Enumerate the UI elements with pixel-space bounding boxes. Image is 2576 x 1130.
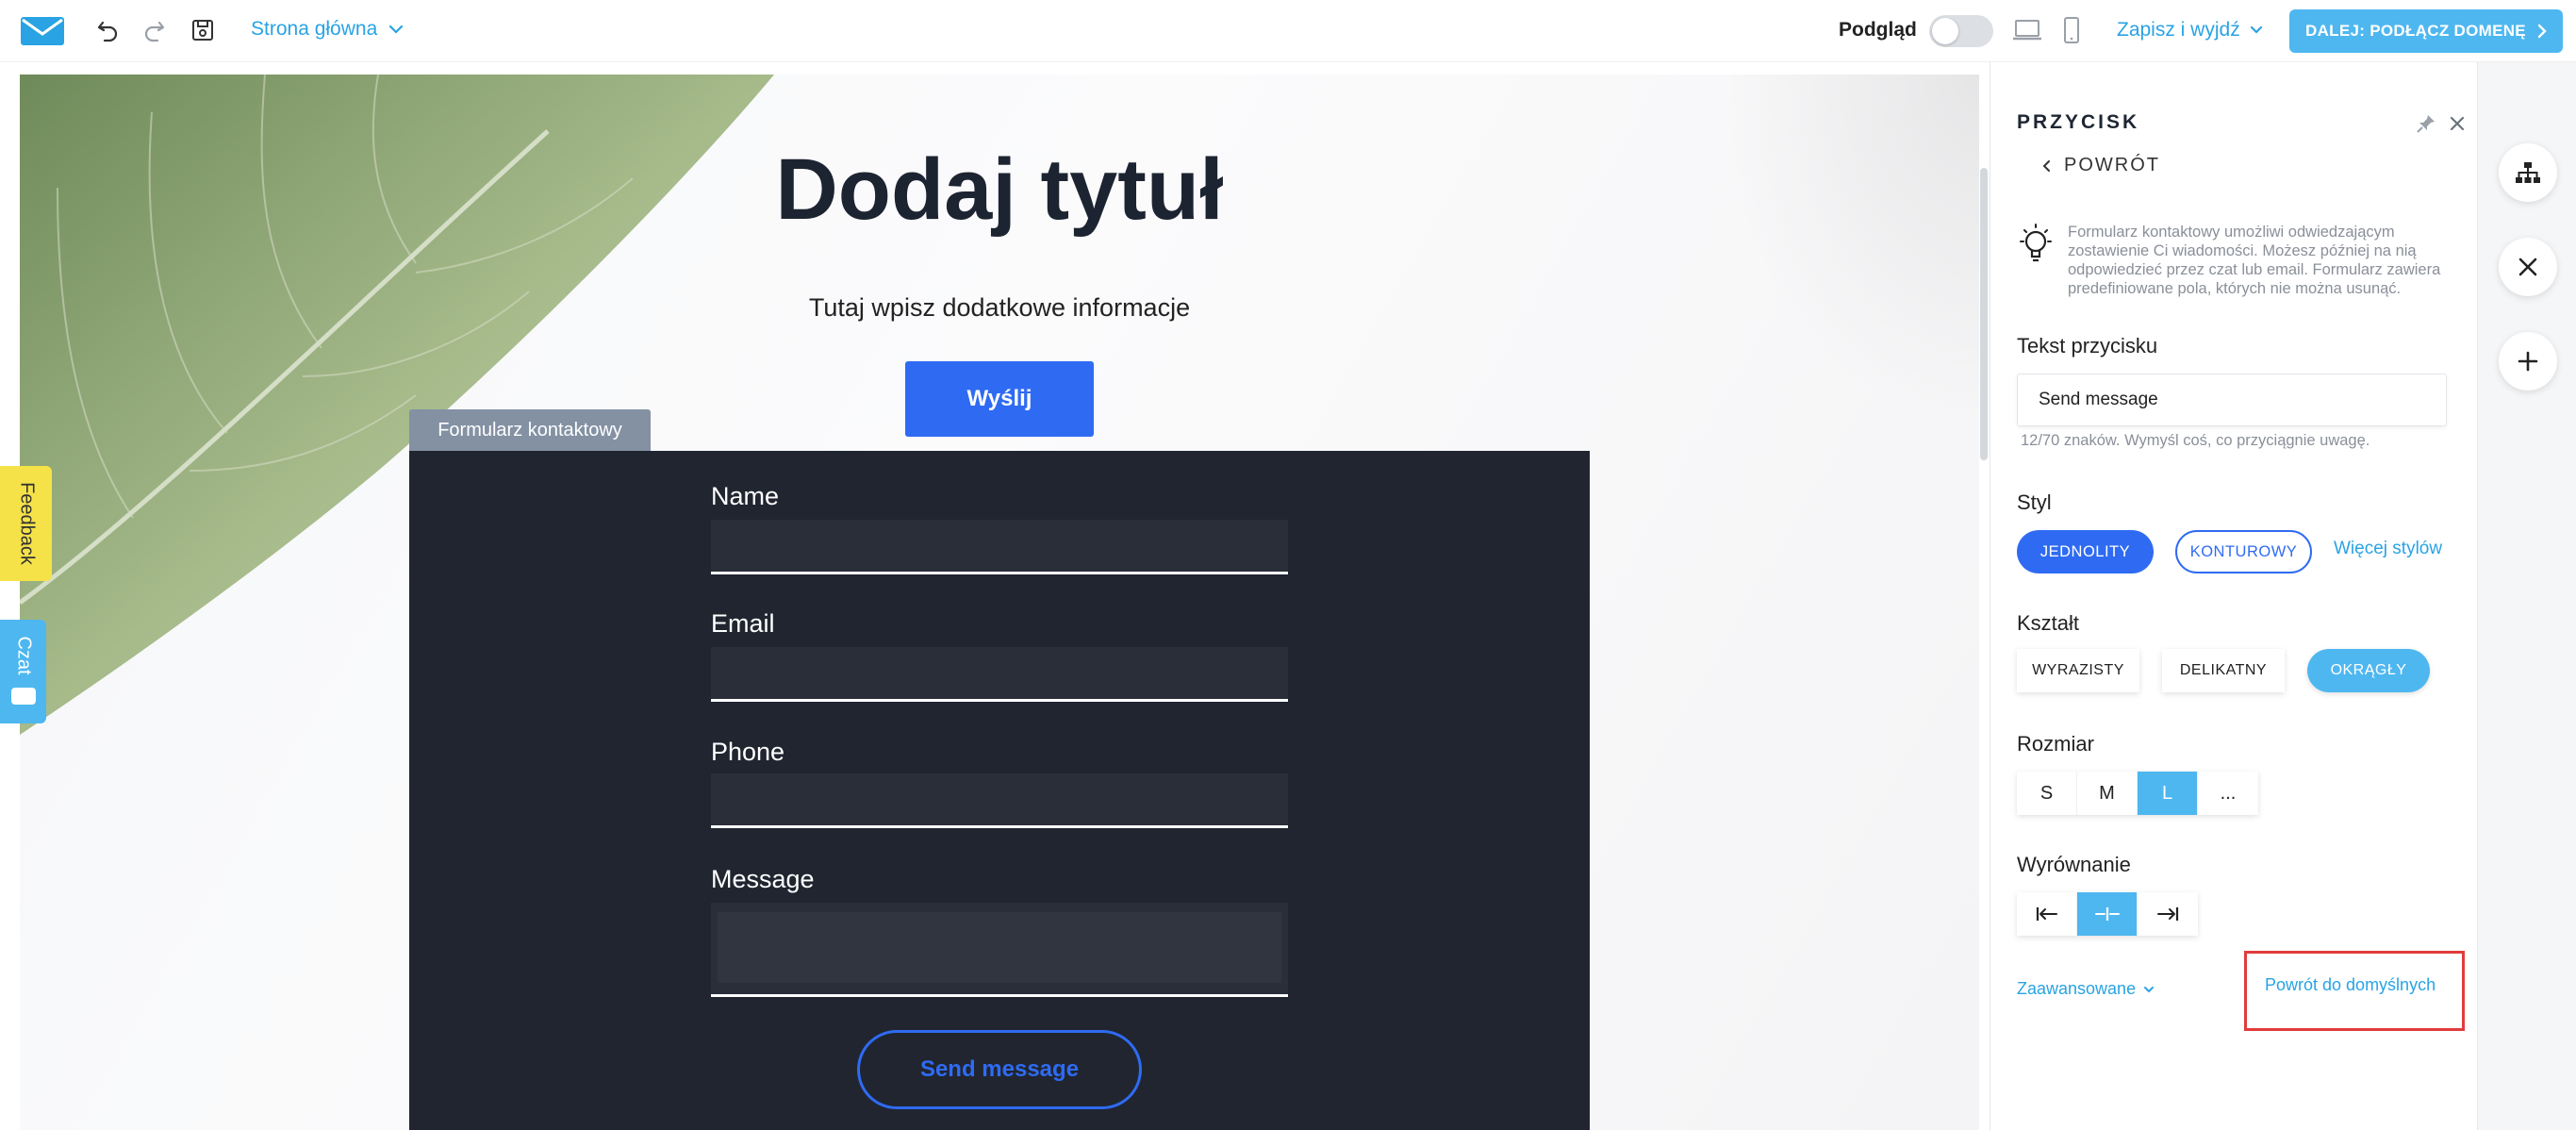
preview-toggle[interactable] <box>1929 15 1993 47</box>
button-text-label: Tekst przycisku <box>2017 334 2158 357</box>
toggle-knob <box>1932 18 1958 44</box>
advanced-toggle[interactable]: Zaawansowane <box>2017 979 2155 999</box>
save-icon[interactable] <box>189 16 217 44</box>
undo-icon[interactable] <box>94 16 123 44</box>
plus-icon <box>2518 351 2538 372</box>
right-rail <box>2477 62 2576 1130</box>
char-count-hint: 12/70 znaków. Wymyśl coś, co przyciągnie… <box>2021 432 2370 449</box>
preview-label: Podgląd <box>1839 19 1917 41</box>
chat-bubble-icon <box>11 688 36 705</box>
reset-defaults-link[interactable]: Powrót do domyślnych <box>2265 975 2436 995</box>
advanced-label: Zaawansowane <box>2017 979 2137 998</box>
connect-domain-button[interactable]: DALEJ: PODŁĄCZ DOMENĘ <box>2289 9 2563 53</box>
size-s-button[interactable]: S <box>2017 772 2077 815</box>
button-settings-panel: PRZYCISK POWRÓT Formularz kontaktowy umo… <box>1990 62 2476 1130</box>
canvas-scrollbar[interactable] <box>1980 168 1988 460</box>
chevron-down-icon <box>389 25 404 34</box>
shape-label: Kształt <box>2017 611 2080 635</box>
hero-subtitle[interactable]: Tutaj wpisz dodatkowe informacje <box>20 293 1979 323</box>
chevron-left-icon <box>2042 159 2050 172</box>
hero-button[interactable]: Wyślij <box>905 361 1094 437</box>
send-message-button[interactable]: Send message <box>857 1030 1142 1109</box>
button-text-input[interactable]: Send message <box>2017 374 2447 426</box>
align-right-button[interactable] <box>2138 892 2198 936</box>
sitemap-icon <box>2516 162 2540 183</box>
field-label-email: Email <box>711 609 775 638</box>
align-left-button[interactable] <box>2017 892 2077 936</box>
chevron-right-icon <box>2537 24 2547 39</box>
close-icon <box>2518 258 2537 276</box>
page-selector-label: Strona główna <box>251 18 378 40</box>
chevron-down-icon <box>2250 25 2262 34</box>
hero-title[interactable]: Dodaj tytuł <box>20 141 1979 240</box>
align-center-button[interactable] <box>2077 892 2138 936</box>
field-label-message: Message <box>711 865 815 893</box>
style-outline-button[interactable]: KONTUROWY <box>2175 530 2312 573</box>
style-label: Styl <box>2017 490 2052 514</box>
feedback-tab[interactable]: Feedback <box>0 466 52 581</box>
add-section-button[interactable] <box>2499 332 2557 391</box>
lightbulb-icon <box>2020 224 2052 262</box>
style-solid-button[interactable]: JEDNOLITY <box>2017 530 2154 573</box>
close-icon[interactable] <box>2447 113 2468 134</box>
page-selector[interactable]: Strona główna <box>251 18 404 41</box>
close-editor-button[interactable] <box>2499 238 2557 296</box>
redo-icon[interactable] <box>140 16 168 44</box>
top-toolbar: Strona główna Podgląd Zapisz i wyjdź DAL… <box>0 0 2576 62</box>
logo-envelope-icon[interactable] <box>21 17 64 45</box>
email-field[interactable] <box>711 647 1288 702</box>
align-right-icon <box>2157 907 2179 921</box>
size-l-button[interactable]: L <box>2138 772 2198 815</box>
size-more-button[interactable]: ... <box>2198 772 2258 815</box>
chevron-down-icon <box>2144 986 2155 992</box>
editor-canvas: Dodaj tytuł Tutaj wpisz dodatkowe inform… <box>20 75 1979 1130</box>
align-center-icon <box>2094 907 2120 921</box>
mobile-icon[interactable] <box>2057 16 2086 44</box>
connect-domain-label: DALEJ: PODŁĄCZ DOMENĘ <box>2305 22 2526 40</box>
shape-sharp-button[interactable]: WYRAZISTY <box>2017 649 2139 692</box>
contact-form-tag[interactable]: Formularz kontaktowy <box>409 409 651 451</box>
sitemap-button[interactable] <box>2499 143 2557 202</box>
desktop-icon[interactable] <box>2010 16 2044 44</box>
back-button[interactable]: POWRÓT <box>2041 155 2160 176</box>
alignment-selector <box>2017 892 2198 936</box>
shape-soft-button[interactable]: DELIKATNY <box>2162 649 2285 692</box>
panel-title: PRZYCISK <box>2017 111 2140 133</box>
back-label: POWRÓT <box>2064 155 2160 175</box>
alignment-label: Wyrównanie <box>2017 853 2131 876</box>
save-exit-label: Zapisz i wyjdź <box>2117 19 2240 41</box>
more-styles-link[interactable]: Więcej stylów <box>2334 539 2442 559</box>
chat-tab[interactable]: Czat <box>0 620 46 723</box>
message-textarea[interactable] <box>718 912 1281 983</box>
message-field[interactable] <box>711 903 1288 997</box>
field-label-phone: Phone <box>711 738 785 766</box>
size-selector: S M L ... <box>2017 772 2258 815</box>
size-m-button[interactable]: M <box>2077 772 2138 815</box>
shape-round-button[interactable]: OKRĄGŁY <box>2307 649 2430 692</box>
background-shadow <box>1696 75 1979 452</box>
feedback-label: Feedback <box>16 482 37 565</box>
info-text: Formularz kontaktowy umożliwi odwiedzają… <box>2068 224 2441 297</box>
size-label: Rozmiar <box>2017 732 2094 756</box>
chat-label: Czat <box>13 636 34 675</box>
pin-icon[interactable] <box>2416 113 2436 134</box>
save-exit-button[interactable]: Zapisz i wyjdź <box>2117 19 2263 42</box>
align-left-icon <box>2036 907 2057 921</box>
name-field[interactable] <box>711 520 1288 574</box>
phone-field[interactable] <box>711 773 1288 828</box>
field-label-name: Name <box>711 482 780 510</box>
